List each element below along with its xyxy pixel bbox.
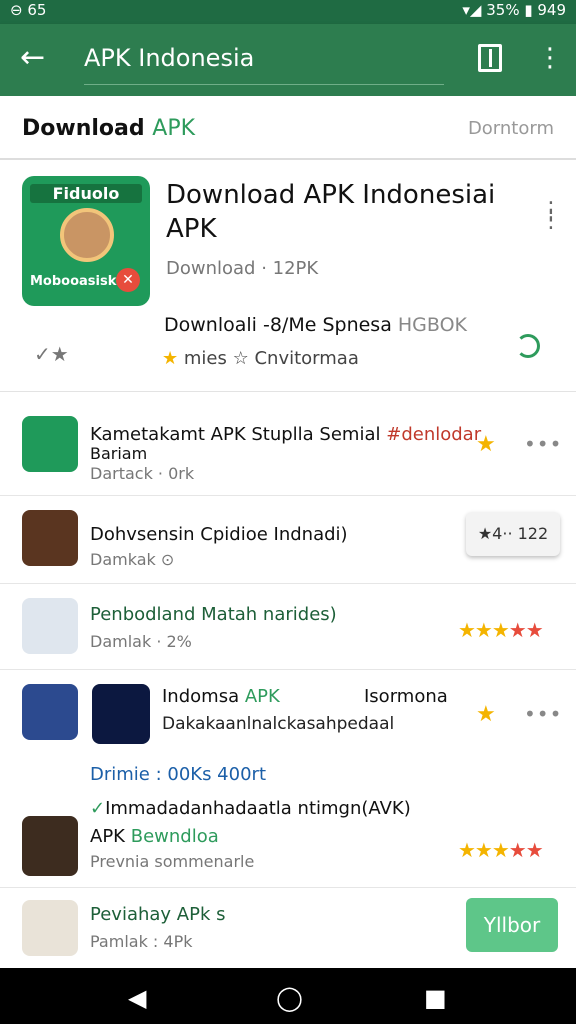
tab-bar: Download APK Dorntorm	[0, 96, 576, 160]
featured-more-icon[interactable]: ⋮ ⋮	[540, 200, 564, 232]
star-outline-icon: ☆	[232, 348, 249, 369]
item-tag: #denlodar	[386, 424, 482, 445]
featured-app[interactable]: Fiduolo Mobooasisk ✕ Download APK Indone…	[0, 162, 576, 392]
star-icon: ★	[476, 702, 496, 727]
nav-home-icon[interactable]: ◯	[276, 986, 303, 1010]
list-item[interactable]: Peviahay APk s Pamlak : 4Pk Yllbor	[0, 888, 576, 968]
featured-icon-portrait	[60, 208, 114, 262]
list-item-title-2: Bariam	[90, 444, 148, 463]
star-icon: ★	[476, 432, 496, 457]
list-item-title: Indomsa APK	[162, 686, 280, 707]
featured-icon-bottom-text: Mobooasisk	[30, 274, 117, 289]
check-icon: ✓	[90, 798, 106, 819]
app-title: APK Indonesia	[84, 44, 255, 72]
app-icon-portrait	[22, 510, 78, 566]
nav-back-icon[interactable]: ◀	[128, 986, 146, 1010]
featured-stars: ★ mies ☆ Cnvitormaa	[162, 348, 359, 369]
status-left: ⊖ 65	[10, 1, 47, 19]
app-icon-street	[22, 598, 78, 654]
featured-sub-grey: HGBOK	[397, 314, 468, 336]
item-line-2: ✓Immadadanhadaatla ntimgn(AVK)	[90, 798, 411, 819]
featured-app-meta: Download · 12PK	[166, 258, 319, 279]
featured-app-subtitle: Downloali -8/Me Spnesa HGBOK	[164, 314, 467, 336]
list-item-title: Dohvsensin Cpidioe Indnadi)	[90, 524, 348, 545]
tab-download-apk: APK	[152, 116, 196, 141]
app-icon-person	[22, 900, 78, 956]
featured-app-title: Download APK Indonesiai APK	[166, 180, 496, 244]
list-item[interactable]: Kametakamt APK Stuplla Semial #denlodar …	[0, 392, 576, 496]
list-item-title: Kametakamt APK Stuplla Semial #denlodar	[90, 424, 481, 445]
list-item[interactable]: Penbodland Matah narides) Damlak · 2% ★★…	[0, 584, 576, 670]
list-item-subtitle: Dartack · 0rk	[90, 464, 195, 483]
list-item-title: APK Bewndloa	[90, 826, 219, 847]
item-line-2-text: Immadadanhadaatla ntimgn(AVK)	[105, 798, 411, 819]
list-item[interactable]: Drimie : 00Ks 400rt ✓Immadadanhadaatla n…	[0, 758, 576, 888]
list-item-subtitle: Dakakaanlnalckasahpedaal	[162, 714, 395, 734]
more-vert-icon[interactable]: ⋮	[537, 44, 563, 72]
rating-stars: ★★★★★	[458, 838, 544, 862]
item-name-b: APK	[244, 686, 280, 707]
loading-ring-icon	[516, 334, 540, 358]
app-icon-tv	[22, 684, 78, 740]
more-horiz-icon[interactable]: •••	[524, 432, 562, 456]
list-item[interactable]: Dohvsensin Cpidioe Indnadi) Damkak ⊙ ★4·…	[0, 496, 576, 584]
app-bar: ← APK Indonesia ⋮	[0, 24, 576, 96]
rating-chip[interactable]: ★4·· 122	[466, 512, 560, 556]
tab-download-label: Download	[22, 116, 145, 141]
featured-stars-a: mies	[183, 348, 227, 369]
system-nav-bar: ◀ ◯ ■	[0, 968, 576, 1024]
title-underline	[84, 84, 444, 85]
item-name-c: Isormona	[364, 686, 448, 707]
item-name-a: Indomsa	[162, 686, 240, 707]
list-item[interactable]: Indomsa APK Isormona Dakakaanlnalckasahp…	[0, 670, 576, 758]
item-name-a: APK	[90, 826, 125, 847]
list-item-subtitle: Damlak · 2%	[90, 632, 192, 651]
nav-recents-icon[interactable]: ■	[424, 986, 447, 1010]
list-item-title: Penbodland Matah narides)	[90, 604, 337, 625]
item-line-1: Drimie : 00Ks 400rt	[90, 764, 267, 785]
featured-sub-main: Downloali -8/Me Spnesa	[164, 314, 392, 336]
app-icon-shield	[22, 416, 78, 472]
featured-app-icon[interactable]: Fiduolo Mobooasisk ✕	[22, 176, 150, 306]
tab-secondary[interactable]: Dorntorm	[468, 118, 554, 139]
item-sub: Damkak	[90, 550, 156, 569]
featured-stars-b: Cnvitormaa	[254, 348, 359, 369]
item-name: Peviahay APk s	[90, 904, 226, 925]
more-horiz-icon[interactable]: •••	[524, 702, 562, 726]
list-item-title: Peviahay APk s	[90, 904, 225, 925]
status-bar: ⊖ 65 ▾◢ 35% ▮ 949	[0, 0, 576, 24]
item-name-b: Bewndloa	[130, 826, 219, 847]
list-item-subtitle: Prevnia sommenarle	[90, 852, 255, 871]
rating-stars: ★★★★★	[458, 618, 544, 642]
status-right: ▾◢ 35% ▮ 949	[462, 1, 566, 19]
open-button[interactable]: Yllbor	[466, 898, 558, 952]
featured-left-icons: ✓★	[34, 342, 69, 366]
back-arrow-icon[interactable]: ←	[20, 42, 45, 74]
featured-icon-top-text: Fiduolo	[30, 184, 142, 203]
list-item-subtitle: Pamlak : 4Pk	[90, 932, 193, 951]
item-name: Kametakamt APK Stuplla Semial	[90, 424, 381, 445]
tab-download[interactable]: Download APK	[22, 116, 195, 141]
book-icon[interactable]	[478, 44, 502, 72]
star-icon: ★	[162, 348, 179, 369]
app-icon-game	[22, 816, 78, 876]
app-icon-disc	[92, 684, 150, 744]
featured-icon-badge: ✕	[116, 268, 140, 292]
list-item-subtitle: Damkak ⊙	[90, 550, 174, 569]
clock-icon: ⊙	[160, 550, 175, 569]
